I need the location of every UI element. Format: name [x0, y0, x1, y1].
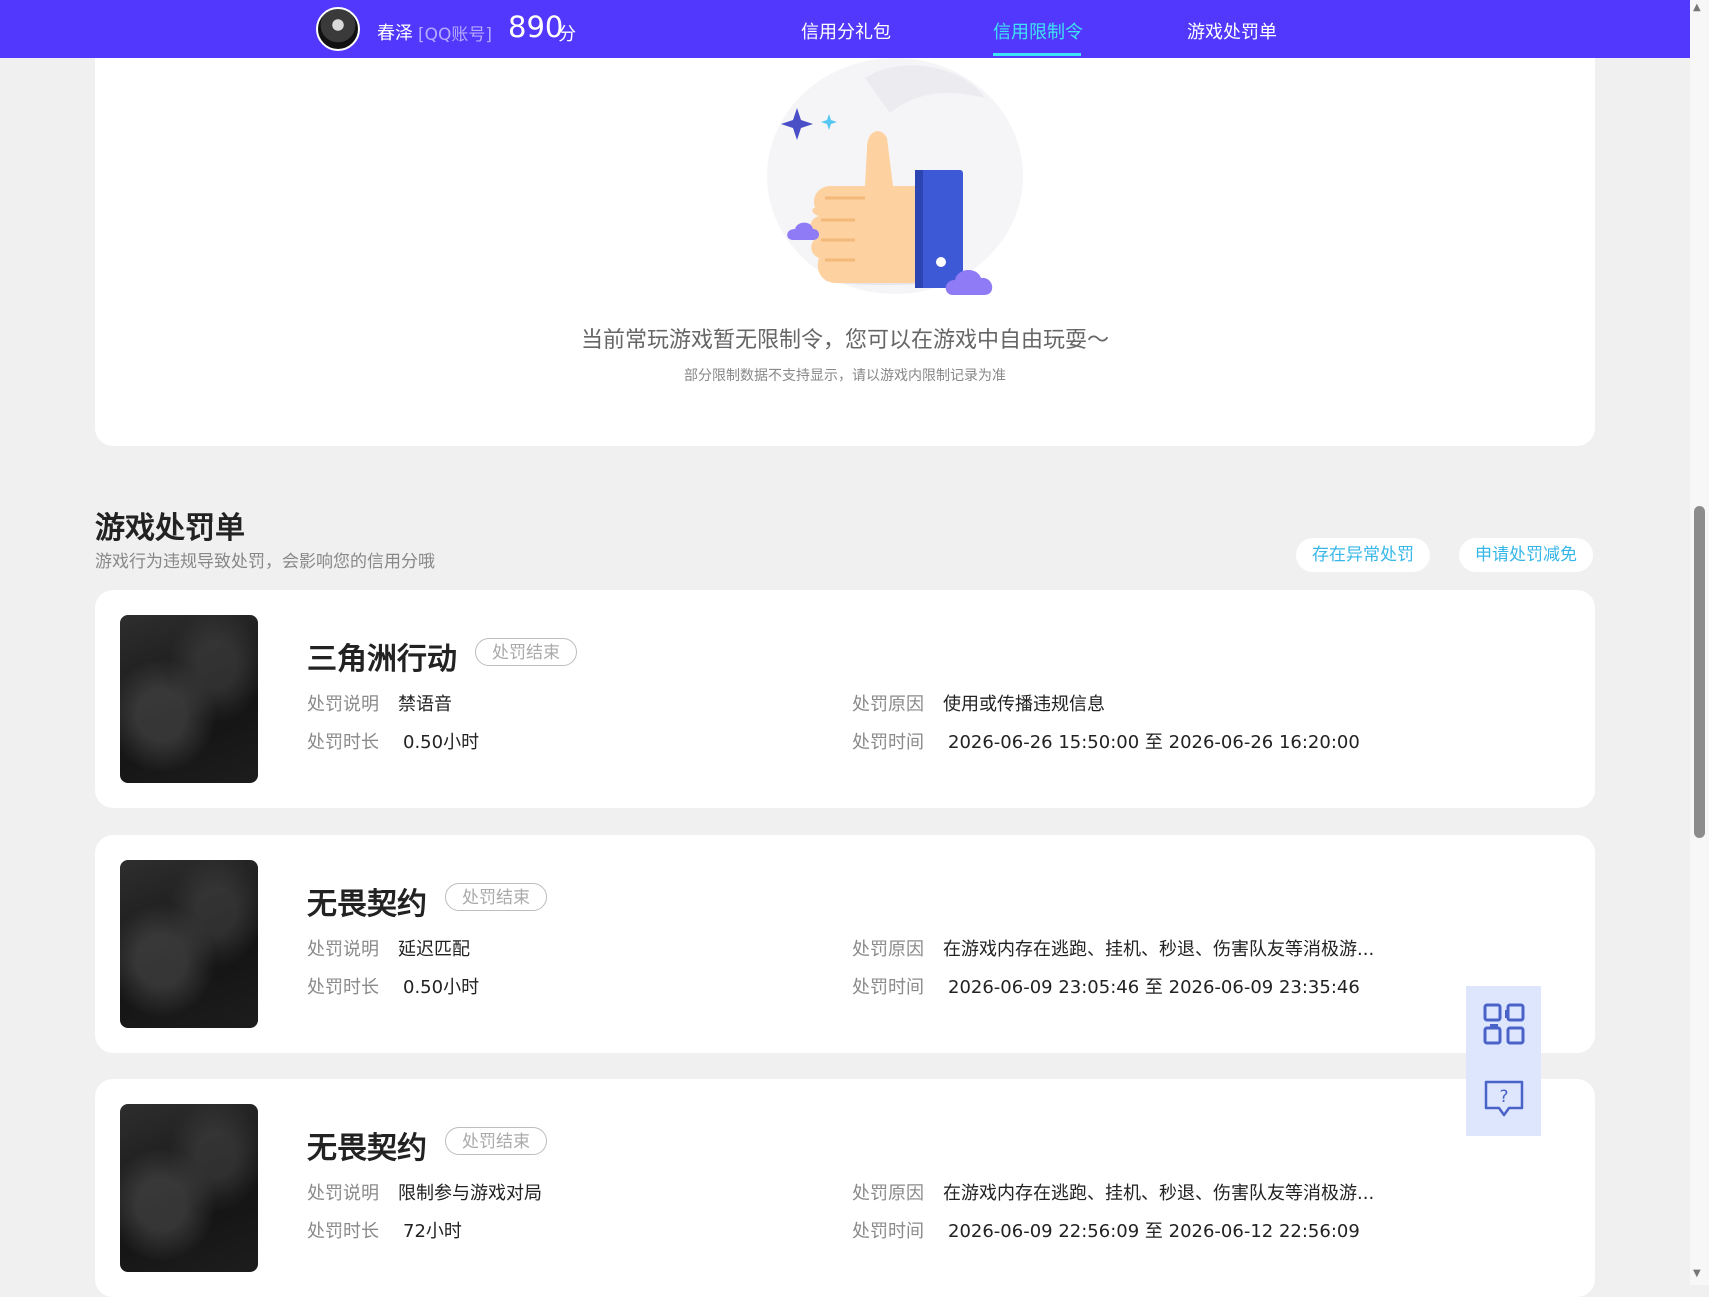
game-thumbnail — [120, 1104, 258, 1272]
status-badge: 处罚结束 — [475, 638, 577, 666]
penalty-duration-label: 处罚时长 — [307, 977, 379, 998]
game-name: 三角洲行动 — [307, 642, 457, 677]
tab-credit-gift[interactable]: 信用分礼包 — [801, 18, 891, 44]
status-badge: 处罚结束 — [445, 883, 547, 911]
qr-code-button[interactable] — [1466, 986, 1541, 1061]
penalty-desc-value: 限制参与游戏对局 — [398, 1183, 542, 1204]
penalty-desc-value: 禁语音 — [398, 694, 452, 715]
tab-credit-restriction[interactable]: 信用限制令 — [993, 18, 1083, 44]
floating-tool-panel: ? — [1466, 986, 1541, 1136]
account-type-label: [QQ账号] — [418, 25, 493, 45]
section-title: 游戏处罚单 — [95, 511, 245, 546]
user-avatar[interactable] — [316, 7, 360, 51]
penalty-duration-value: 0.50小时 — [403, 732, 480, 753]
penalty-card[interactable]: 无畏契约 处罚结束 处罚说明 限制参与游戏对局 处罚时长 72小时 处罚原因 在… — [95, 1079, 1595, 1297]
penalty-reason-value: 在游戏内存在逃跑、挂机、秒退、伤害队友等消极游... — [943, 939, 1375, 960]
restriction-empty-card: 当前常玩游戏暂无限制令，您可以在游戏中自由玩耍～ 部分限制数据不支持显示，请以游… — [95, 58, 1595, 446]
penalty-time-value: 2026-06-09 23:05:46 至 2026-06-09 23:35:4… — [948, 977, 1360, 998]
penalty-desc-label: 处罚说明 — [307, 694, 379, 715]
penalty-time-label: 处罚时间 — [852, 1221, 924, 1242]
qr-code-icon — [1483, 1003, 1524, 1044]
svg-text:?: ? — [1499, 1087, 1508, 1107]
penalty-duration-label: 处罚时长 — [307, 732, 379, 753]
active-tab-indicator — [993, 53, 1081, 56]
penalty-time-label: 处罚时间 — [852, 977, 924, 998]
game-thumbnail — [120, 860, 258, 1028]
scroll-down-arrow-icon[interactable]: ▼ — [1693, 1268, 1701, 1279]
tab-game-penalty[interactable]: 游戏处罚单 — [1187, 18, 1277, 44]
penalty-duration-label: 处罚时长 — [307, 1221, 379, 1242]
penalty-card[interactable]: 无畏契约 处罚结束 处罚说明 延迟匹配 处罚时长 0.50小时 处罚原因 在游戏… — [95, 835, 1595, 1053]
penalty-reason-label: 处罚原因 — [852, 939, 924, 960]
appeal-penalty-button[interactable]: 申请处罚减免 — [1459, 538, 1593, 572]
game-name: 无畏契约 — [307, 1131, 427, 1166]
penalty-duration-value: 72小时 — [403, 1221, 462, 1242]
penalty-time-label: 处罚时间 — [852, 732, 924, 753]
top-navigation-bar: 春泽 [QQ账号] 890 分 信用分礼包 信用限制令 游戏处罚单 — [0, 0, 1690, 58]
penalty-reason-value: 在游戏内存在逃跑、挂机、秒退、伤害队友等消极游... — [943, 1183, 1375, 1204]
scroll-up-arrow-icon[interactable]: ▲ — [1693, 2, 1701, 13]
credit-score: 890 — [508, 10, 564, 44]
penalty-desc-label: 处罚说明 — [307, 1183, 379, 1204]
penalty-reason-label: 处罚原因 — [852, 1183, 924, 1204]
status-badge: 处罚结束 — [445, 1127, 547, 1155]
credit-score-unit: 分 — [558, 24, 576, 45]
game-thumbnail — [120, 615, 258, 783]
penalty-time-value: 2026-06-26 15:50:00 至 2026-06-26 16:20:0… — [948, 732, 1360, 753]
help-chat-icon: ? — [1484, 1080, 1523, 1116]
penalty-time-value: 2026-06-09 22:56:09 至 2026-06-12 22:56:0… — [948, 1221, 1360, 1242]
penalty-reason-label: 处罚原因 — [852, 694, 924, 715]
penalty-duration-value: 0.50小时 — [403, 977, 480, 998]
penalty-reason-value: 使用或传播违规信息 — [943, 694, 1105, 715]
empty-state-title: 当前常玩游戏暂无限制令，您可以在游戏中自由玩耍～ — [580, 328, 1109, 353]
thumbs-up-illustration-icon — [767, 58, 1023, 295]
empty-state-subtitle: 部分限制数据不支持显示，请以游戏内限制记录为准 — [684, 368, 1006, 384]
help-feedback-button[interactable]: ? — [1466, 1061, 1541, 1136]
penalty-card[interactable]: 三角洲行动 处罚结束 处罚说明 禁语音 处罚时长 0.50小时 处罚原因 使用或… — [95, 590, 1595, 808]
username: 春泽 — [377, 23, 413, 44]
penalty-desc-label: 处罚说明 — [307, 939, 379, 960]
scrollbar-thumb[interactable] — [1694, 506, 1705, 838]
penalty-desc-value: 延迟匹配 — [398, 939, 470, 960]
abnormal-penalty-button[interactable]: 存在异常处罚 — [1296, 538, 1430, 572]
game-name: 无畏契约 — [307, 887, 427, 922]
section-subtitle: 游戏行为违规导致处罚，会影响您的信用分哦 — [95, 552, 435, 572]
